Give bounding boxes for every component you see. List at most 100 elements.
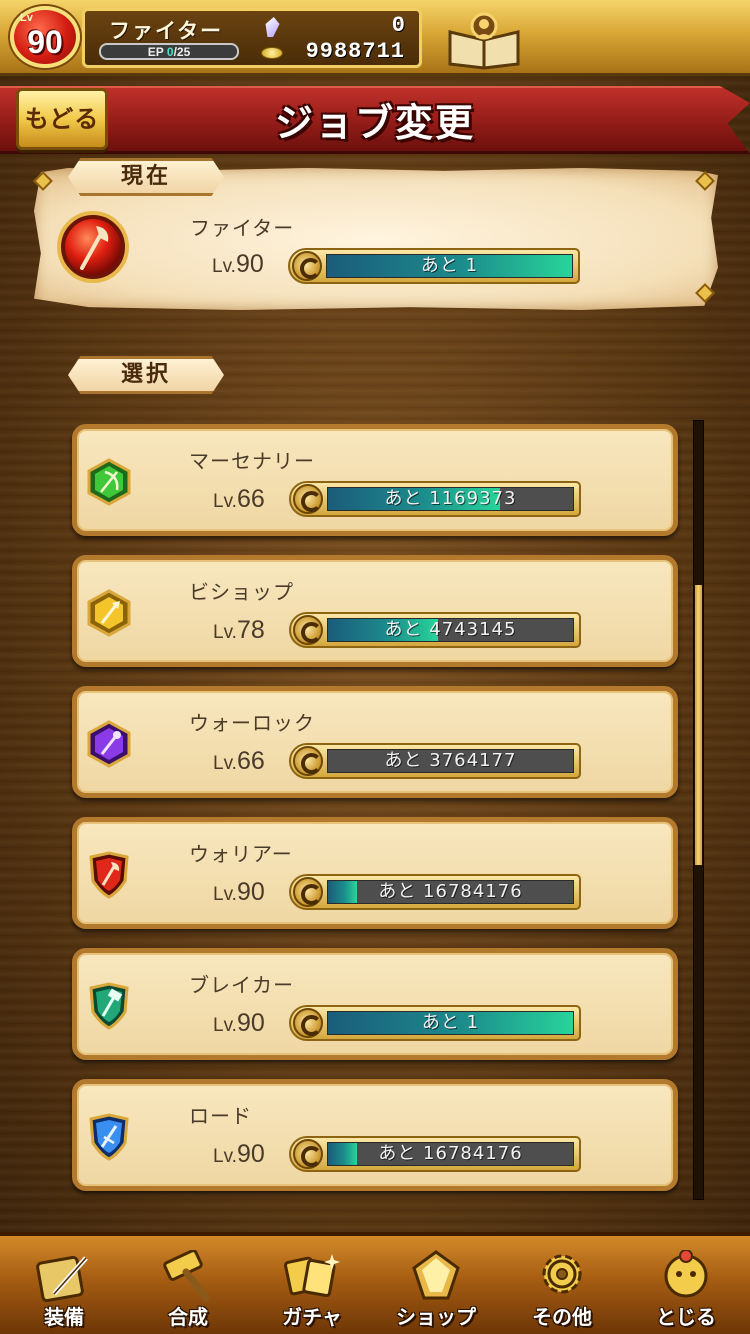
green-hammer-shield-icon: [89, 982, 129, 1030]
purple-wand-icon: [87, 720, 131, 768]
exp-bar: あと 4743145: [289, 612, 581, 648]
exp-icon: [293, 1008, 323, 1038]
gem-icon: [263, 17, 281, 37]
nav-equipment[interactable]: 装備: [6, 1246, 122, 1334]
gacha-cards-icon: [284, 1254, 340, 1298]
exp-remaining: あと 1169373: [384, 488, 517, 509]
nav-other[interactable]: その他: [504, 1246, 620, 1334]
job-level: Lv.66: [213, 485, 265, 514]
nav-gacha[interactable]: ガチャ: [254, 1246, 370, 1334]
level-value: 90: [236, 1140, 265, 1168]
exp-icon: [293, 484, 323, 514]
gem-count: 0: [391, 13, 405, 38]
level-prefix: Lv.: [212, 256, 236, 277]
job-card-warrior[interactable]: ウォリアー Lv.90 あと 16784176: [72, 817, 678, 929]
current-job-name: ファイター: [190, 216, 295, 240]
nav-label: とじる: [656, 1305, 716, 1329]
nav-close[interactable]: とじる: [628, 1246, 744, 1334]
exp-remaining: あと 1: [420, 255, 479, 276]
level-value: 90: [236, 1009, 265, 1037]
nav-shop[interactable]: ショップ: [378, 1246, 494, 1334]
level-prefix: Lv.: [213, 622, 237, 643]
top-hud: Lv 90 ファイター EP 0/25 0 9988711: [0, 0, 750, 76]
job-card-lord[interactable]: ロード Lv.90 あと 16784176: [72, 1079, 678, 1191]
job-level: Lv.66: [213, 747, 265, 776]
job-name: ロード: [189, 1104, 252, 1128]
job-name: ウォリアー: [189, 842, 293, 866]
exp-remaining: あと 16784176: [378, 881, 523, 902]
ep-max: /25: [173, 45, 191, 59]
nav-label: その他: [532, 1305, 592, 1329]
job-name: ビショップ: [189, 580, 294, 604]
level-value: 78: [236, 616, 265, 644]
nav-synthesis[interactable]: 合成: [130, 1246, 246, 1334]
job-level: Lv.90: [213, 1140, 265, 1169]
ep-bar: EP 0/25: [99, 43, 239, 60]
job-card-bishop[interactable]: ビショップ Lv.78 あと 4743145: [72, 555, 678, 667]
nav-label: ショップ: [396, 1305, 476, 1329]
green-bow-icon: [87, 458, 131, 506]
job-level: Lv.90: [213, 878, 265, 907]
exp-bar: あと 16784176: [289, 1136, 581, 1172]
ep-current: 0: [166, 45, 174, 59]
job-level: Lv.90: [213, 1009, 265, 1038]
job-book-button[interactable]: [444, 10, 524, 70]
current-section-label: 現在: [68, 158, 224, 196]
job-card-mercenary[interactable]: マーセナリー Lv.66 あと 1169373: [72, 424, 678, 536]
exp-icon: [293, 746, 323, 776]
player-status-panel: ファイター EP 0/25 0 9988711: [82, 8, 422, 68]
level-value: 66: [236, 747, 265, 775]
select-section-label: 選択: [68, 356, 224, 394]
nav-label: ガチャ: [282, 1305, 342, 1329]
equipment-icon: [36, 1255, 88, 1302]
page-title: ジョブ変更: [274, 101, 475, 145]
exp-icon: [293, 615, 323, 645]
job-name: ウォーロック: [189, 711, 315, 735]
gold-coin-icon: [261, 47, 283, 59]
ep-label: EP: [147, 45, 167, 59]
level-value: 90: [235, 250, 264, 278]
level-prefix: Lv.: [213, 884, 237, 905]
player-level-badge: Lv 90: [10, 6, 80, 68]
yellow-staff-icon: [87, 589, 131, 637]
player-level: 90: [27, 24, 63, 60]
job-card-warlock[interactable]: ウォーロック Lv.66 あと 3764177: [72, 686, 678, 798]
exp-remaining: あと 16784176: [378, 1143, 523, 1164]
exp-icon: [292, 251, 322, 281]
exp-remaining: あと 1: [421, 1012, 480, 1033]
job-name: ブレイカー: [189, 973, 294, 997]
exp-remaining: あと 3764177: [384, 750, 517, 771]
shop-crystal-icon: [412, 1250, 460, 1300]
exp-bar: あと 3764177: [289, 743, 581, 779]
exp-icon: [293, 1139, 323, 1169]
exp-icon: [293, 877, 323, 907]
level-value: 90: [236, 878, 265, 906]
level-prefix: Lv.: [213, 1146, 237, 1167]
exp-bar: あと 1: [289, 1005, 581, 1041]
exp-bar: あと 16784176: [289, 874, 581, 910]
hammer-icon: [163, 1250, 210, 1302]
job-list-scrollbar[interactable]: [693, 420, 704, 1200]
job-name: マーセナリー: [189, 449, 315, 473]
current-job-level: Lv.90: [212, 250, 264, 279]
player-job-name: ファイター: [109, 19, 224, 43]
back-button[interactable]: もどる: [16, 88, 108, 150]
scroll-thumb[interactable]: [695, 585, 702, 866]
nav-label: 装備: [44, 1305, 84, 1329]
exp-remaining: あと 4743145: [384, 619, 517, 640]
current-exp-bar: あと 1: [288, 248, 580, 284]
level-prefix: Lv.: [213, 753, 237, 774]
red-axe-shield-icon: [89, 851, 129, 899]
gold-count: 9988711: [305, 39, 405, 64]
book-icon: [448, 12, 520, 70]
red-axe-icon: [57, 211, 129, 283]
bottom-nav: 装備 合成 ガチャ ショップ その他 とじる: [0, 1232, 750, 1334]
job-card-breaker[interactable]: ブレイカー Lv.90 あと 1: [72, 948, 678, 1060]
level-prefix: Lv.: [213, 491, 237, 512]
level-value: 66: [236, 485, 265, 513]
blue-sword-shield-icon: [89, 1113, 129, 1161]
level-tag: Lv: [20, 12, 33, 24]
gear-icon: [542, 1254, 582, 1294]
nav-label: 合成: [168, 1305, 208, 1329]
job-level: Lv.78: [213, 616, 265, 645]
